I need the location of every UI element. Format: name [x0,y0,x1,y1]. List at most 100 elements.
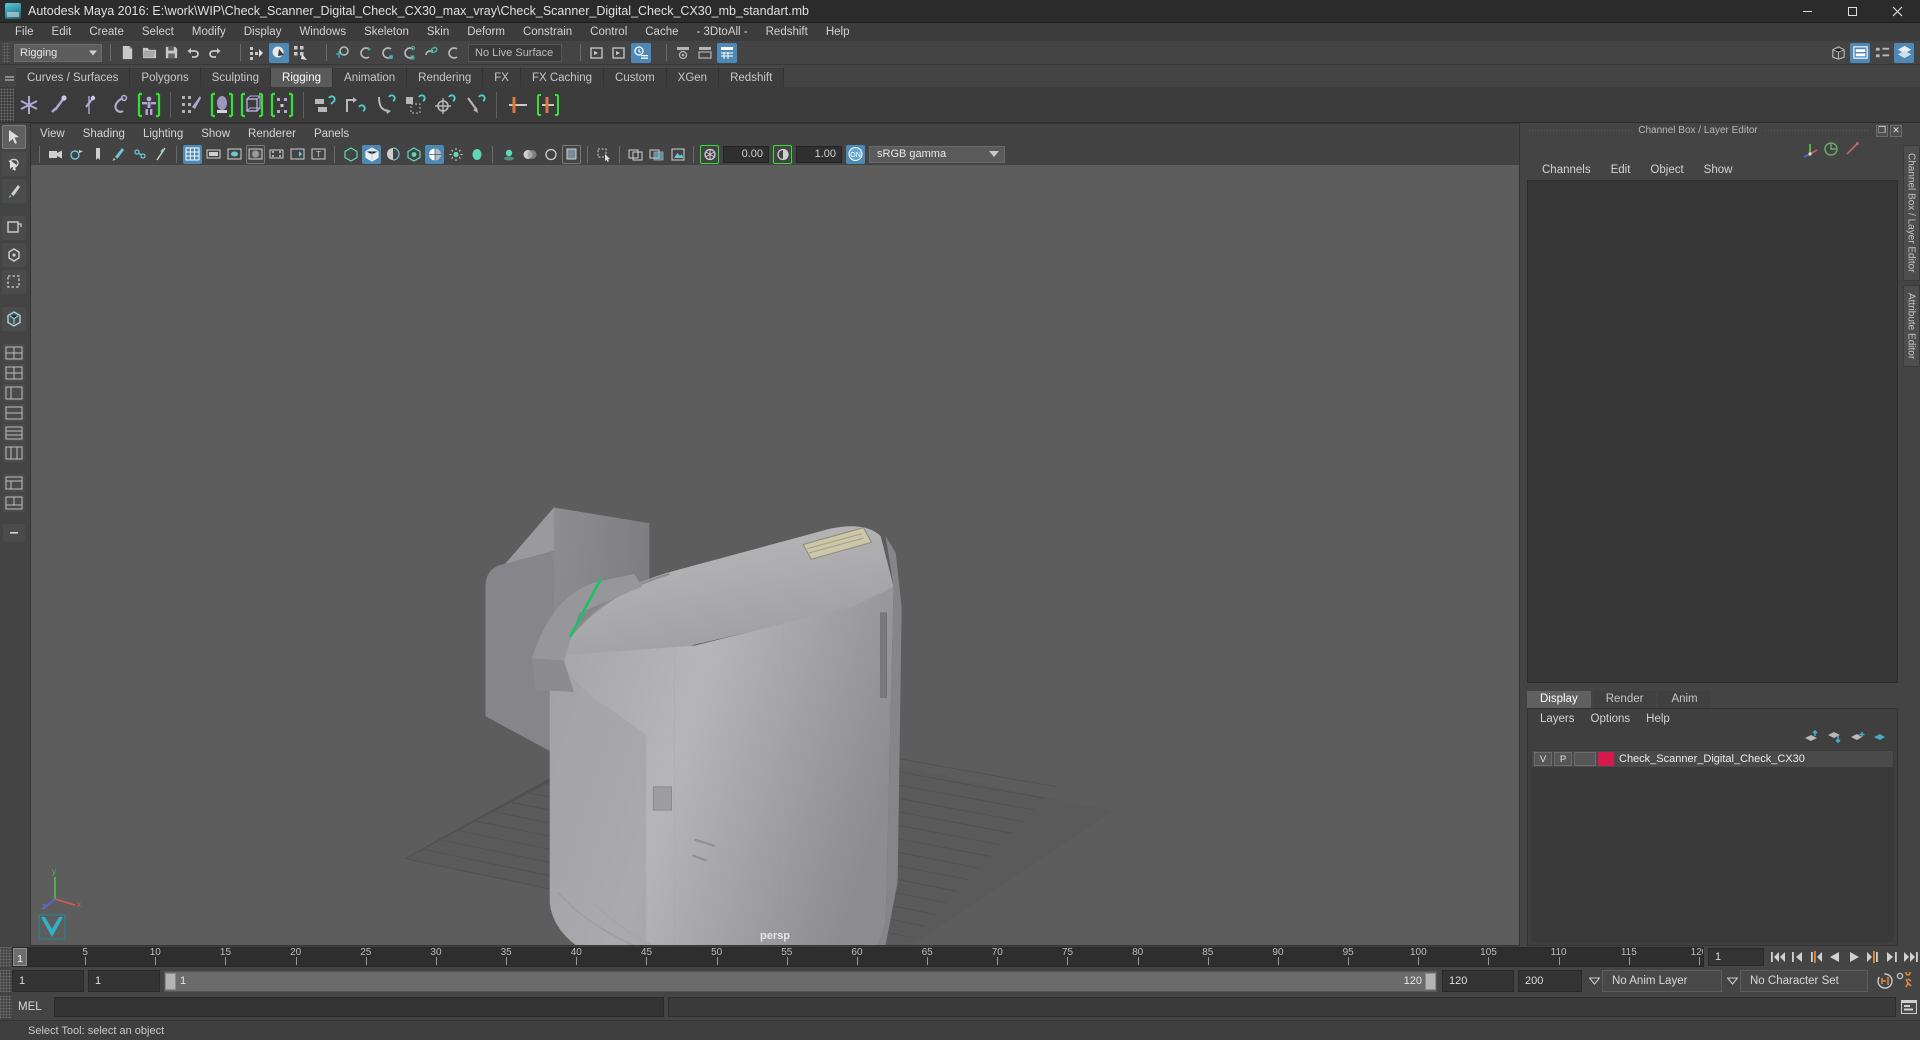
isolate-select-icon[interactable] [594,145,613,164]
ambient-occlusion-icon[interactable] [499,145,518,164]
create-joint-icon[interactable] [15,90,43,120]
snap-to-view-plane-icon[interactable] [421,43,441,63]
title-safe-icon[interactable]: T [309,145,328,164]
cluster-deformer-icon[interactable] [268,90,296,120]
display-layer-icon[interactable] [673,43,693,63]
select-by-object-icon[interactable] [269,42,289,63]
menu-3dtoall[interactable]: - 3DtoAll - [688,23,757,41]
color-management-selector[interactable]: sRGB gamma [869,145,1005,163]
shelf-tab-curves-surfaces[interactable]: Curves / Surfaces [16,67,131,87]
shelf-tab-xgen[interactable]: XGen [666,67,720,87]
animation-end-time-field[interactable]: 200 [1518,970,1582,992]
viewport-menu-shading[interactable]: Shading [74,124,134,144]
layer-menu-help[interactable]: Help [1638,713,1678,725]
layer-tab-anim[interactable]: Anim [1658,691,1711,708]
menu-deform[interactable]: Deform [458,23,514,41]
three-pane-layout[interactable] [3,494,25,512]
shelf-tab-sculpting[interactable]: Sculpting [200,67,272,87]
show-hide-tool-settings-icon[interactable] [1872,43,1892,63]
move-tool[interactable] [2,216,26,240]
move-layer-down-icon[interactable] [1827,730,1843,746]
command-line-gripper[interactable] [0,996,12,1018]
perspective-viewport[interactable]: y x z persp [30,165,1520,946]
shelf-tab-fx[interactable]: FX [483,67,521,87]
auto-key-icon[interactable] [1876,972,1895,991]
shelf-tab-polygons[interactable]: Polygons [130,67,201,87]
show-hide-editors-icon[interactable] [1828,43,1848,63]
shelf-tab-custom[interactable]: Custom [604,67,667,87]
script-editor-icon[interactable] [1898,996,1920,1018]
menu-skin[interactable]: Skin [418,23,458,41]
snap-to-point-icon[interactable] [377,43,397,63]
output-channels-icon[interactable] [1821,140,1840,159]
current-frame-field[interactable]: 1 [1708,948,1764,966]
menu-redshift[interactable]: Redshift [757,23,817,41]
resolution-gate-icon[interactable] [225,145,244,164]
film-gate-icon[interactable] [204,145,223,164]
select-by-component-icon[interactable] [291,43,311,63]
shelf-tab-redshift[interactable]: Redshift [719,67,785,87]
command-language-label[interactable]: MEL [12,1001,54,1013]
go-to-end-icon[interactable] [1901,948,1920,967]
snap-to-curve-icon[interactable] [355,43,375,63]
render-settings-icon[interactable] [631,42,651,63]
select-tool[interactable] [2,125,26,149]
shelf-tab-rendering[interactable]: Rendering [407,67,484,87]
textured-icon[interactable] [425,144,444,164]
minimize-button[interactable] [1785,0,1830,23]
layer-menu-layers[interactable]: Layers [1532,713,1583,725]
layer-row[interactable]: V P Check_Scanner_Digital_Check_CX30 [1532,751,1893,767]
display-layer-list[interactable]: V P Check_Scanner_Digital_Check_CX30 [1531,750,1894,942]
snap-to-grid-icon[interactable] [333,43,353,63]
command-input-field[interactable] [54,997,664,1017]
redo-icon[interactable] [205,43,225,63]
time-slider-cursor[interactable]: 1 [13,948,27,966]
lighting-icon[interactable] [404,145,423,164]
menu-create[interactable]: Create [80,23,133,41]
playback-start-time-field[interactable]: 1 [88,970,160,992]
use-all-lights-icon[interactable] [446,145,465,164]
range-handle-left[interactable] [165,972,176,990]
isolate-select-toggle-icon[interactable] [695,43,715,63]
viewport-menu-renderer[interactable]: Renderer [239,124,305,144]
bookmarks-icon[interactable] [67,145,86,164]
live-surface-field[interactable]: No Live Surface [468,43,562,62]
more-layouts[interactable] [3,524,25,542]
gamma-icon[interactable] [773,144,792,164]
single-perspective-layout[interactable] [3,344,25,362]
motion-blur-icon[interactable] [520,145,539,164]
layer-tab-render[interactable]: Render [1592,691,1657,708]
menu-edit[interactable]: Edit [43,23,81,41]
snapshot-icon[interactable] [668,145,687,164]
shelf-tab-fx-caching[interactable]: FX Caching [520,67,605,87]
safe-action-icon[interactable] [288,145,307,164]
lattice-deformer-icon[interactable] [238,90,266,120]
last-tool-used[interactable] [2,307,26,331]
shape-channels-icon[interactable] [1842,140,1861,159]
xray-icon[interactable] [562,144,581,164]
playback-end-time-field[interactable]: 120 [1442,970,1514,992]
grid-toggle-icon[interactable] [183,144,202,164]
paint-skin-weights-icon[interactable] [178,90,206,120]
layer-playback-toggle[interactable]: P [1554,752,1572,766]
assume-preferred-angle-icon[interactable] [534,90,562,120]
menu-cache[interactable]: Cache [636,23,687,41]
single-view-icon[interactable] [626,145,645,164]
camera-attributes-icon[interactable] [46,145,65,164]
smooth-shade-all-icon[interactable] [362,144,381,164]
exposure-value-field[interactable]: 0.00 [723,145,769,163]
snap-to-projected-center-icon[interactable] [399,43,419,63]
menu-skeleton[interactable]: Skeleton [355,23,418,41]
step-back-frame-icon[interactable] [1787,948,1806,967]
point-constraint-icon[interactable] [341,90,369,120]
parent-constraint-icon[interactable] [311,90,339,120]
open-scene-icon[interactable] [139,43,159,63]
playback-range-bar[interactable]: 1 120 [164,970,1437,992]
transform-channels-icon[interactable] [1800,140,1819,159]
layer-name-label[interactable]: Check_Scanner_Digital_Check_CX30 [1619,753,1805,765]
paint-select-tool[interactable] [2,179,26,203]
new-layer-icon[interactable] [1850,730,1866,746]
show-hide-attribute-editor-icon[interactable] [1850,42,1870,63]
go-to-start-icon[interactable] [1768,948,1787,967]
channelbox-menu-show[interactable]: Show [1694,164,1743,176]
